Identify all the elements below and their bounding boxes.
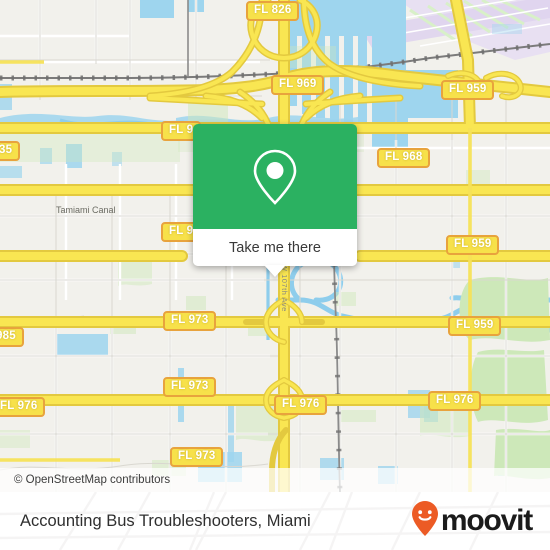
road-shield-14: FL 976 bbox=[0, 397, 46, 417]
map-attribution[interactable]: © OpenStreetMap contributors bbox=[0, 468, 550, 492]
road-shield-1: FL 969 bbox=[271, 75, 325, 95]
road-shield-2: FL 959 bbox=[441, 80, 495, 100]
road-shield-11: FL 973 bbox=[163, 377, 217, 397]
road-shield-7: FL 959 bbox=[446, 235, 500, 255]
attribution-text: © OpenStreetMap contributors bbox=[14, 474, 171, 486]
poi-card-action-label: Take me there bbox=[229, 239, 321, 256]
map-canvas[interactable]: FL 826 FL 969 FL 959 FL 9 FL 968 35 FL 9… bbox=[0, 0, 550, 492]
moovit-station-page: FL 826 FL 969 FL 959 FL 9 FL 968 35 FL 9… bbox=[0, 0, 550, 550]
road-shield-9: FL 973 bbox=[163, 311, 217, 331]
road-shield-13: FL 976 bbox=[428, 391, 482, 411]
map-pin-icon bbox=[251, 147, 299, 207]
poi-card-action[interactable]: Take me there bbox=[193, 229, 357, 266]
footer-content: Accounting Bus Troubleshooters, Miami mo… bbox=[0, 492, 550, 550]
poi-card-pointer bbox=[264, 265, 286, 277]
road-shield-12: FL 976 bbox=[274, 395, 328, 415]
poi-take-me-there-card[interactable]: Take me there bbox=[193, 124, 357, 277]
moovit-brand-logo[interactable]: moovit bbox=[410, 500, 533, 543]
road-shield-4: FL 968 bbox=[377, 148, 431, 168]
moovit-wordmark: moovit bbox=[440, 504, 533, 537]
poi-card-image bbox=[193, 124, 357, 229]
road-shield-10: FL 959 bbox=[448, 316, 502, 336]
road-shield-15: FL 973 bbox=[170, 447, 224, 467]
page-title: Accounting Bus Troubleshooters, Miami bbox=[20, 511, 311, 530]
road-shield-0: FL 826 bbox=[246, 1, 300, 21]
road-shield-5: 35 bbox=[0, 141, 21, 161]
page-footer: Accounting Bus Troubleshooters, Miami mo… bbox=[0, 492, 550, 550]
moovit-smiley-pin-icon bbox=[410, 500, 440, 543]
place-label-tamiami-canal: Tamiami Canal bbox=[56, 205, 116, 215]
road-shield-8: 985 bbox=[0, 327, 24, 347]
